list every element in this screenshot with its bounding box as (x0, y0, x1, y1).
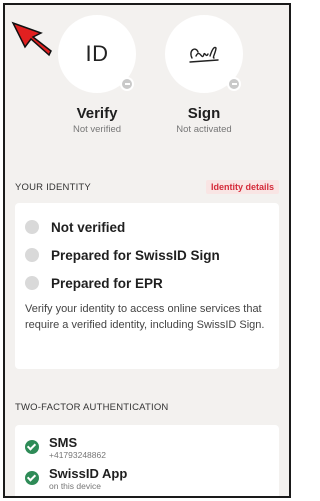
identity-card: Not verified Prepared for SwissID Sign P… (15, 203, 279, 369)
status-label: Not verified (51, 219, 126, 235)
id-icon: ID (85, 41, 109, 66)
twofa-method-title: SMS (49, 435, 78, 450)
status-row: Not verified (25, 215, 269, 239)
check-icon (25, 471, 39, 485)
screenshot-frame: ID Verify Not verified Sign Not activate… (3, 3, 291, 498)
twofa-section-header: TWO-FACTOR AUTHENTICATION (15, 399, 279, 415)
identity-section-header: YOUR IDENTITY Identity details (15, 179, 279, 195)
identity-description: Verify your identity to access online se… (25, 303, 265, 331)
status-dot-icon (25, 248, 39, 262)
check-icon (25, 440, 39, 454)
status-label: Prepared for EPR (51, 275, 163, 291)
status-badge-icon (227, 77, 241, 91)
verify-tile[interactable]: ID Verify Not verified (37, 15, 157, 135)
signature-icon (189, 46, 219, 63)
verify-status: Not verified (72, 124, 122, 135)
sign-status: Not activated (176, 124, 232, 135)
sign-title: Sign (187, 105, 221, 122)
identity-section-label: YOUR IDENTITY (15, 181, 91, 193)
service-tiles: ID Verify Not verified Sign Not activate… (5, 5, 289, 145)
status-badge-icon (120, 77, 134, 91)
status-dot-icon (25, 220, 39, 234)
twofa-method-app[interactable]: SwissID App on this device (25, 466, 269, 491)
status-label: Prepared for SwissID Sign (51, 247, 220, 263)
identity-details-link[interactable]: Identity details (205, 180, 279, 194)
twofa-card: SMS +41793248862 SwissID App on this dev… (15, 425, 279, 496)
twofa-method-sms[interactable]: SMS +41793248862 (25, 435, 269, 460)
twofa-method-subtitle: on this device (49, 481, 101, 491)
twofa-method-subtitle: +41793248862 (49, 450, 106, 460)
sign-tile[interactable]: Sign Not activated (144, 15, 264, 135)
status-row: Prepared for SwissID Sign (25, 243, 269, 267)
status-dot-icon (25, 276, 39, 290)
status-row: Prepared for EPR (25, 271, 269, 295)
twofa-method-title: SwissID App (49, 466, 128, 481)
twofa-section-label: TWO-FACTOR AUTHENTICATION (15, 401, 169, 413)
sign-circle (165, 15, 243, 93)
verify-title: Verify (76, 105, 118, 122)
verify-circle: ID (58, 15, 136, 93)
